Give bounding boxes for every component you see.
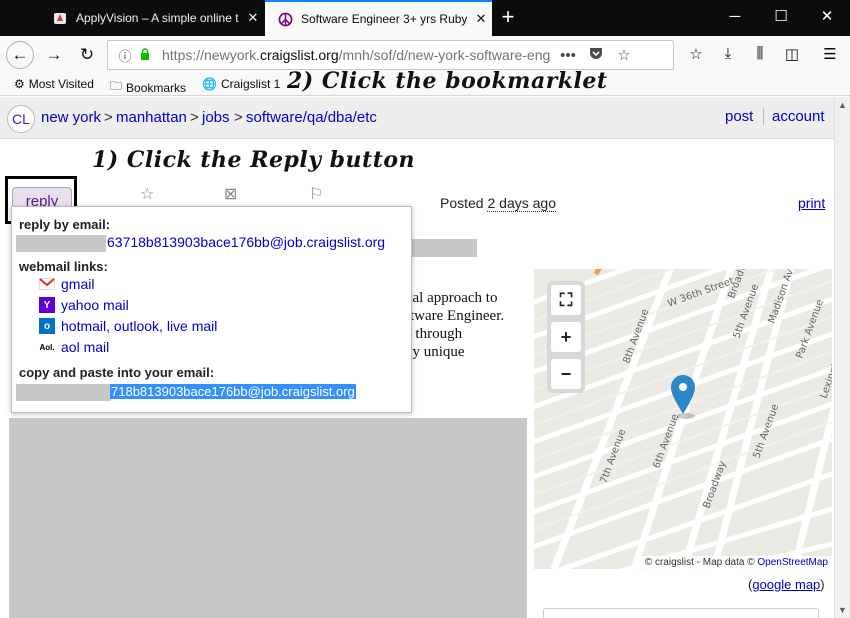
map-controls: ⛶ + − xyxy=(547,281,585,393)
bookmark-craigslist-bookmarklet[interactable]: 🌐 Craigslist 1 xyxy=(202,77,280,91)
reply-email-link[interactable]: 63718b813903bace176bb@job.craigslist.org xyxy=(107,234,385,250)
posted-date: Posted 2 days ago xyxy=(440,195,556,212)
pocket-icon[interactable] xyxy=(582,47,610,64)
breadcrumb: CL new york > manhattan > jobs > softwar… xyxy=(0,97,834,139)
tab-applyvision[interactable]: ApplyVision – A simple online t ✕ xyxy=(40,0,264,36)
folder-icon: 🗀 xyxy=(110,79,123,93)
page-actions-ellipsis-icon[interactable]: ••• xyxy=(554,47,582,64)
webmail-gmail[interactable]: gmail xyxy=(39,276,94,292)
close-window-icon[interactable]: ✕ xyxy=(804,0,850,36)
tab-strip: ApplyVision – A simple online t ✕ Softwa… xyxy=(0,0,850,36)
redacted-title-bar xyxy=(412,239,477,257)
close-tab-icon[interactable]: ✕ xyxy=(242,10,264,26)
reply-popup: reply by email: 63718b813903bace176bb@jo… xyxy=(11,206,412,413)
new-tab-plus-icon[interactable]: + xyxy=(494,4,522,32)
bottom-panel-edge xyxy=(543,608,819,618)
redacted-email-prefix xyxy=(16,235,106,252)
url-bar[interactable]: ⓘ https://newyork.craigslist.org/mnh/sof… xyxy=(107,40,674,70)
redacted-copy-email-prefix xyxy=(16,384,111,401)
bookmark-star-icon[interactable]: ☆ xyxy=(610,46,638,64)
downloads-icon[interactable]: ⤓ xyxy=(716,45,740,67)
close-tab-icon[interactable]: ✕ xyxy=(470,11,492,27)
bookmark-most-visited[interactable]: ⚙ Most Visited xyxy=(14,77,94,91)
sidebar-icon[interactable]: ◫ xyxy=(780,45,804,67)
screenshot-root: ApplyVision – A simple online t ✕ Softwa… xyxy=(0,0,850,618)
bookmark-this-page-icon[interactable]: ☆ xyxy=(684,45,708,67)
maximize-icon[interactable]: ☐ xyxy=(758,0,804,36)
forward-arrow-icon[interactable]: → xyxy=(40,41,68,69)
copy-paste-label: copy and paste into your email: xyxy=(19,365,215,380)
info-icon[interactable]: ⓘ xyxy=(114,46,136,65)
copy-email-selected-text[interactable]: 718b813903bace176bb@job.craigslist.org xyxy=(110,384,356,399)
posted-ago: 2 days ago xyxy=(487,195,556,212)
reload-icon[interactable]: ↻ xyxy=(73,41,101,69)
webmail-aol[interactable]: Aol. aol mail xyxy=(39,339,109,355)
breadcrumb-software-qa-dba[interactable]: software/qa/dba/etc xyxy=(246,109,377,126)
map-attribution: © craigslist - Map data © OpenStreetMap xyxy=(640,556,832,569)
post-link[interactable]: post xyxy=(725,108,753,125)
page-scrollbar[interactable]: ▲ ▼ xyxy=(834,97,850,618)
annotation-step-2: 2) Click the bookmarklet xyxy=(287,68,608,94)
print-link[interactable]: print xyxy=(798,195,825,211)
tab-title: ApplyVision – A simple online t xyxy=(76,11,239,25)
hide-icon[interactable]: ⊠ xyxy=(224,184,237,204)
posting-body-fragment: nal approach to ftware Engineer. e throu… xyxy=(405,290,505,360)
craigslist-logo[interactable]: CL xyxy=(7,105,35,133)
google-map-link[interactable]: google map xyxy=(752,577,820,592)
zoom-in-icon[interactable]: + xyxy=(551,322,581,352)
zoom-out-icon[interactable]: − xyxy=(551,359,581,389)
lock-icon xyxy=(136,47,154,63)
reply-by-email-label: reply by email: xyxy=(19,217,111,232)
tab-title: Software Engineer 3+ yrs Ruby xyxy=(301,12,468,26)
url-text[interactable]: https://newyork.craigslist.org/mnh/sof/d… xyxy=(162,47,554,63)
google-map-link-wrapper: (google map) xyxy=(748,577,825,592)
webmail-outlook[interactable]: o hotmail, outlook, live mail xyxy=(39,318,217,334)
map[interactable]: W 36th Street Broadway 8th Avenue 5th Av… xyxy=(534,269,832,569)
applyvision-icon xyxy=(52,10,68,26)
map-pin-icon xyxy=(671,375,695,419)
gear-icon: ⚙ xyxy=(14,77,25,91)
back-arrow-icon[interactable]: ← xyxy=(6,41,34,69)
scroll-down-arrow-icon[interactable]: ▼ xyxy=(838,605,847,615)
annotation-step-1: 1) Click the Reply button xyxy=(92,147,416,173)
gmail-icon xyxy=(39,276,55,292)
redacted-content-block xyxy=(9,418,527,618)
fullscreen-icon[interactable]: ⛶ xyxy=(551,285,581,315)
openstreetmap-link[interactable]: OpenStreetMap xyxy=(757,557,828,568)
breadcrumb-jobs[interactable]: jobs xyxy=(202,109,230,126)
globe-icon: 🌐 xyxy=(202,77,217,91)
aol-icon: Aol. xyxy=(39,342,55,352)
breadcrumb-manhattan[interactable]: manhattan xyxy=(116,109,187,126)
breadcrumb-new-york[interactable]: new york xyxy=(41,109,101,126)
minimize-icon[interactable]: ─ xyxy=(712,0,758,36)
library-icon[interactable]: ⫼ xyxy=(748,45,772,67)
flag-icon[interactable]: ⚐ xyxy=(309,184,323,204)
tab-craigslist-posting[interactable]: Software Engineer 3+ yrs Ruby ✕ xyxy=(265,0,492,36)
webmail-links-label: webmail links: xyxy=(19,259,108,274)
bookmark-bookmarks-folder[interactable]: 🗀 Bookmarks xyxy=(110,77,186,98)
webmail-yahoo[interactable]: Yyahoo mail xyxy=(39,297,129,313)
favorite-star-icon[interactable]: ☆ xyxy=(140,184,154,204)
outlook-icon: o xyxy=(39,318,55,334)
craigslist-page: CL new york > manhattan > jobs > softwar… xyxy=(0,97,834,618)
scroll-up-arrow-icon[interactable]: ▲ xyxy=(838,100,847,110)
menu-hamburger-icon[interactable]: ☰ xyxy=(818,45,842,67)
yahoo-icon: Y xyxy=(39,297,55,313)
peace-icon xyxy=(277,11,293,27)
account-link[interactable]: account xyxy=(763,108,825,125)
